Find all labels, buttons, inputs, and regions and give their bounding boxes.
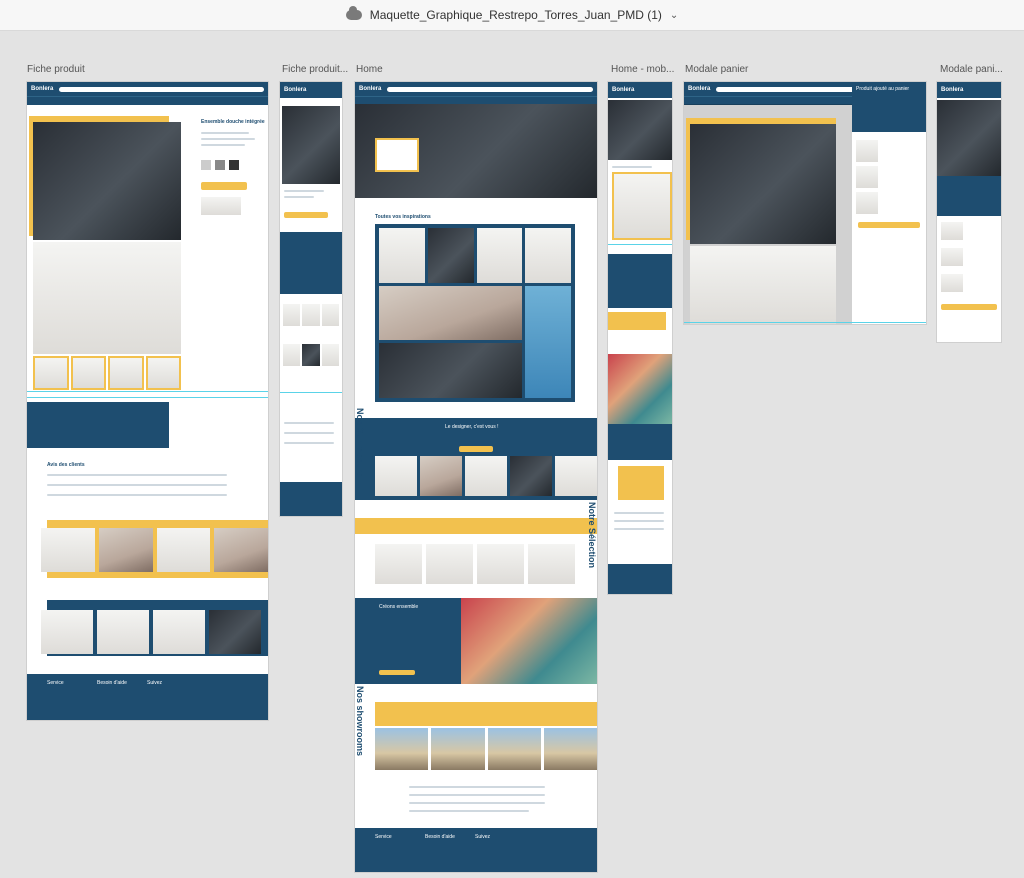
footer-besoin: Besoin d'aide [425, 834, 455, 840]
product-main-photo [33, 122, 181, 240]
artboard-home[interactable]: Bonlera Toutes vos inspirations Le desig… [355, 82, 597, 872]
product-title: Ensemble douche intégrée [201, 119, 265, 125]
selection-cards [41, 528, 268, 572]
product-thumbnails [33, 356, 181, 390]
brand-logo: Bonlera [359, 86, 382, 92]
mobile-creons-photo [608, 354, 672, 424]
brand-logo: Bonlera [941, 87, 964, 93]
mobile-product-photo [282, 106, 340, 184]
inspiration-title: Toutes vos inspirations [375, 214, 431, 220]
related-photo [201, 197, 241, 215]
label-showrooms: Nos showrooms [355, 686, 365, 757]
mobile-characteristics [280, 232, 342, 294]
footer-service: Service [375, 834, 392, 840]
mobile-showrooms [618, 466, 664, 500]
document-title[interactable]: Maquette_Graphique_Restrepo_Torres_Juan_… [370, 8, 662, 22]
reviews-title: Avis des clients [47, 462, 85, 468]
category-bar [27, 96, 268, 105]
designer-title: Le designer, c'est vous ! [445, 424, 499, 430]
bought-together-cards [41, 610, 261, 654]
artboard-modale-panier[interactable]: Bonlera Produit ajouté au panier [684, 82, 926, 324]
site-header: Bonlera [27, 82, 268, 96]
mobile-selection [283, 304, 339, 326]
document-title-bar[interactable]: Maquette_Graphique_Restrepo_Torres_Juan_… [0, 0, 1024, 31]
mobile-bought-together [283, 344, 339, 366]
chevron-down-icon[interactable]: ⌄ [670, 10, 678, 21]
mobile-designer-band [608, 254, 672, 308]
mobile-home-header: Bonlera [608, 82, 672, 98]
brand-logo: Bonlera [688, 86, 711, 92]
showroom-cities [375, 728, 597, 770]
creons-ensemble-block: Créons ensemble [355, 598, 461, 684]
finish-swatches [201, 160, 239, 170]
search-field [387, 86, 593, 92]
mobile-cart-button [941, 304, 997, 310]
inspiration-photos [379, 228, 571, 398]
artboard-label-home-mobile[interactable]: Home - mob... [611, 64, 679, 75]
artboard-label-fiche-produit[interactable]: Fiche produit [27, 64, 257, 75]
footer-suivez: Suivez [475, 834, 491, 840]
footer-besoin: Besoin d'aide [97, 680, 127, 686]
label-sur-mesure: Nos Sur mesure [355, 408, 365, 478]
artboard-fiche-produit[interactable]: Bonlera Ensemble douche intégrée Avis de… [27, 82, 268, 720]
search-field [59, 86, 264, 92]
selection-products [375, 544, 575, 584]
artboard-label-modale-panier-mobile[interactable]: Modale pani... [940, 64, 1024, 75]
creons-photo [461, 598, 597, 684]
mobile-creons-block [608, 424, 672, 460]
artboard-label-modale-panier[interactable]: Modale panier [685, 64, 925, 75]
artboard-fiche-produit-mobile[interactable]: Bonlera [280, 82, 342, 516]
mobile-selection-band [608, 312, 666, 330]
home-header: Bonlera [355, 82, 597, 96]
mobile-cart-banner [937, 176, 1001, 216]
brand-logo: Bonlera [31, 86, 54, 92]
mobile-cart-header: Bonlera [937, 82, 1001, 98]
cart-bg-product-photo [690, 124, 836, 244]
footer-service: Service [47, 680, 64, 686]
cart-title: Produit ajouté au panier [856, 86, 910, 92]
label-notre-selection: Notre Sélection [587, 502, 597, 569]
mobile-footer [280, 482, 342, 516]
artboard-label-home[interactable]: Home [356, 64, 596, 75]
characteristics-block [27, 402, 169, 448]
add-to-cart-button [201, 182, 247, 190]
designer-band: Le designer, c'est vous ! [355, 418, 597, 500]
mobile-header: Bonlera [280, 82, 342, 98]
mobile-inspiration [612, 172, 672, 240]
artboard-home-mobile[interactable]: Bonlera [608, 82, 672, 594]
artboard-label-fiche-produit-mobile[interactable]: Fiche produit... [282, 64, 352, 75]
creons-title: Créons ensemble [379, 604, 419, 610]
brand-logo: Bonlera [612, 87, 635, 93]
brand-logo: Bonlera [284, 87, 307, 93]
artboard-modale-panier-mobile[interactable]: Bonlera [937, 82, 1001, 342]
hero-promo-card [375, 138, 419, 172]
showrooms-band [375, 702, 597, 726]
selection-band [355, 518, 597, 534]
footer-suivez: Suivez [147, 680, 163, 686]
mobile-hero [608, 100, 672, 160]
product-detail-photo [33, 242, 181, 354]
home-footer: Service Besoin d'aide Suivez [355, 828, 597, 872]
site-footer: Service Besoin d'aide Suivez [27, 674, 268, 720]
mobile-home-footer [608, 564, 672, 594]
mobile-add-to-cart [284, 212, 328, 218]
cart-drawer: Produit ajouté au panier [852, 82, 926, 324]
cloud-icon [345, 6, 362, 20]
